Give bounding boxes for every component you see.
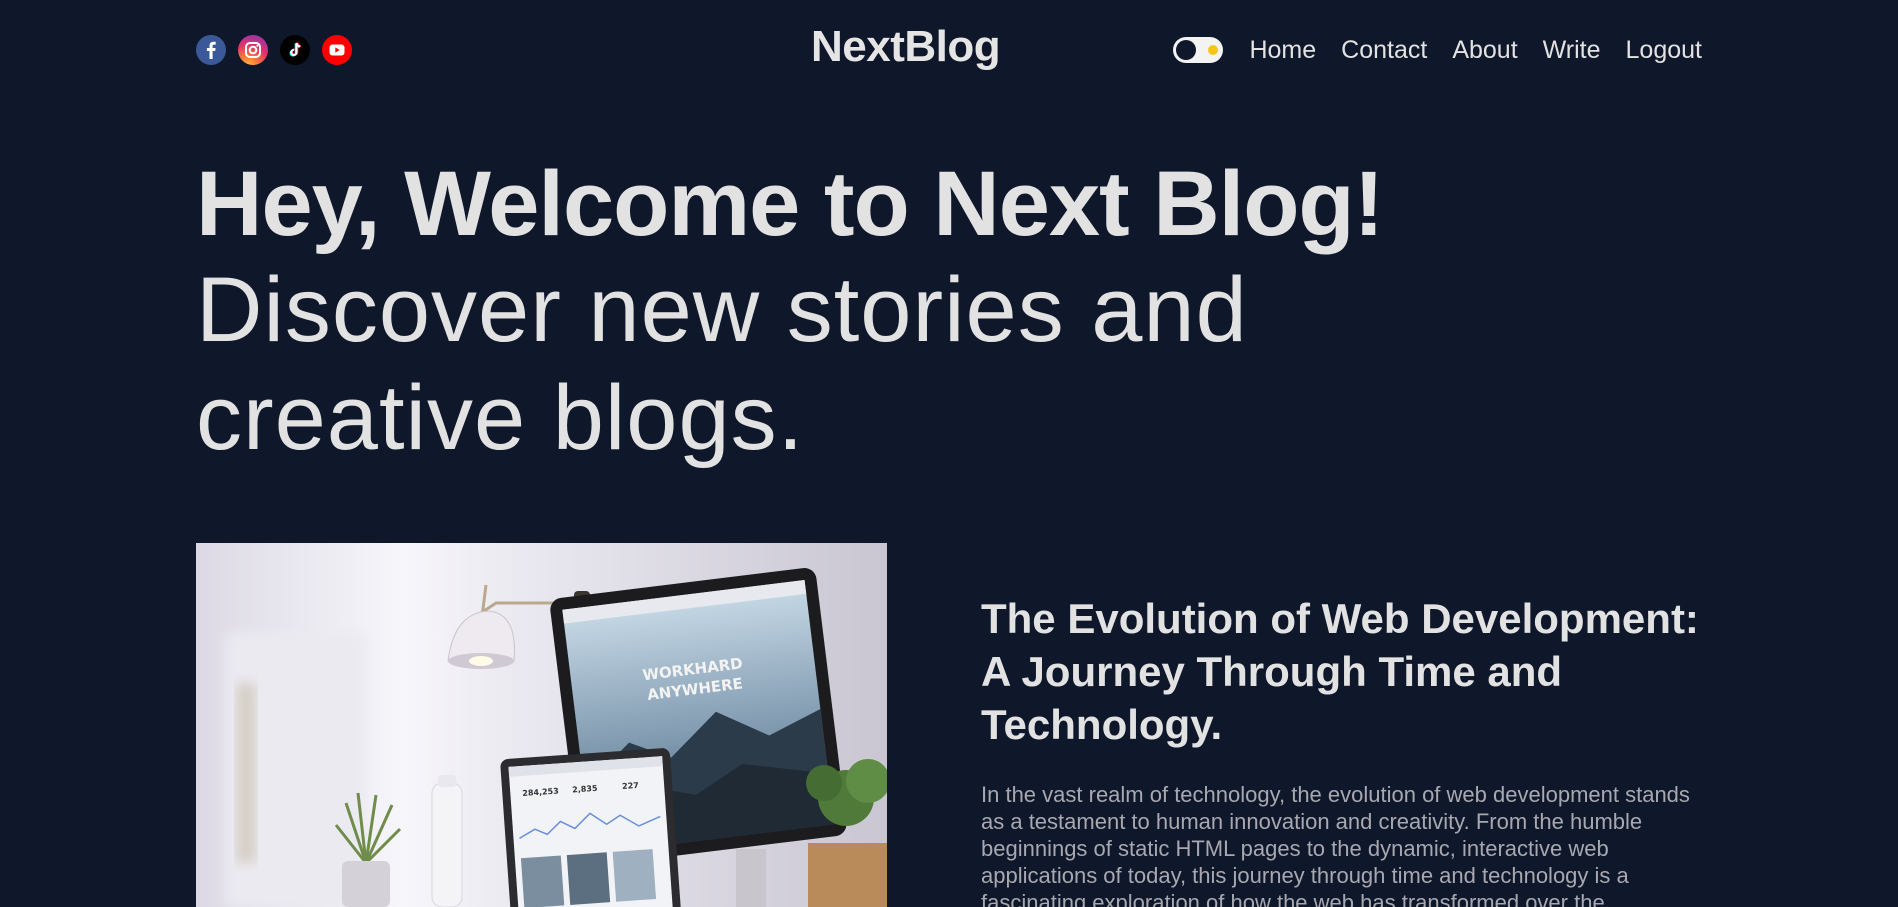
nav-home-link[interactable]: Home [1249,30,1316,70]
hero-section: Hey, Welcome to Next Blog! Discover new … [196,152,1716,472]
sun-icon [1208,45,1219,55]
nav-links: Home Contact About Write Logout [1249,30,1702,70]
featured-post-title[interactable]: The Evolution of Web Development: A Jour… [981,592,1711,751]
site-logo[interactable]: NextBlog [811,22,1001,72]
nav-logout-link[interactable]: Logout [1626,30,1702,70]
nav-about-link[interactable]: About [1452,30,1517,70]
featured-post-excerpt: In the vast realm of technology, the evo… [981,782,1690,907]
navbar: NextBlog Home Contact About Write Logout [196,0,1702,100]
featured-post-image[interactable]: WORKHARD ANYWHERE 284,253 2,835 227 [196,543,887,907]
tiktok-icon[interactable] [280,35,310,65]
instagram-icon[interactable] [238,35,268,65]
featured-post: The Evolution of Web Development: A Jour… [981,592,1711,907]
hero-title: Hey, Welcome to Next Blog! [196,153,1384,255]
laptop-stat-2: 2,835 [572,784,598,795]
nav-right: Home Contact About Write Logout [1173,30,1702,70]
youtube-icon[interactable] [322,35,352,65]
hero-subtitle: Discover new stories and creative blogs. [196,259,1248,469]
laptop-stat-3: 227 [622,781,639,791]
facebook-icon[interactable] [196,35,226,65]
toggle-knob [1176,40,1197,60]
nav-write-link[interactable]: Write [1543,30,1601,70]
nav-contact-link[interactable]: Contact [1341,30,1427,70]
theme-toggle[interactable] [1173,37,1224,63]
social-links [196,35,352,65]
page: NextBlog Home Contact About Write Logout… [0,0,1898,907]
